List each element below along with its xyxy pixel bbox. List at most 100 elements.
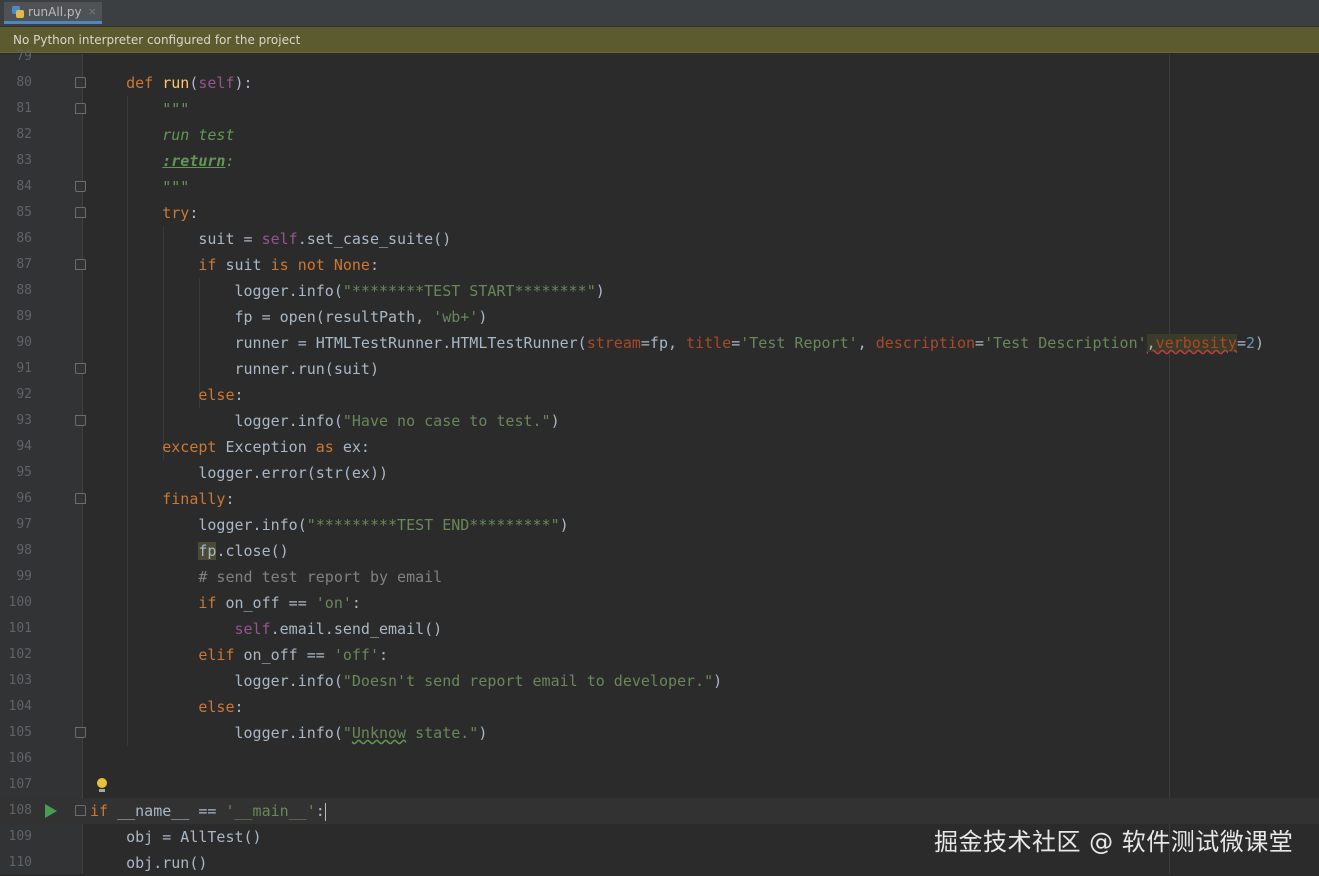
code-text[interactable]: if suit is not None: <box>90 252 379 278</box>
code-text[interactable]: else: <box>90 382 243 408</box>
line-number: 82 <box>16 127 32 142</box>
code-line-95[interactable]: 95 logger.error(str(ex)) <box>0 460 1319 486</box>
code-line-87[interactable]: 87 if suit is not None: <box>0 252 1319 278</box>
code-text[interactable]: if on_off == 'on': <box>90 590 361 616</box>
code-line-98[interactable]: 98 fp.close() <box>0 538 1319 564</box>
line-number: 101 <box>8 621 32 636</box>
code-text[interactable]: finally: <box>90 486 234 512</box>
line-number: 93 <box>16 413 32 428</box>
code-line-85[interactable]: 85 try: <box>0 200 1319 226</box>
line-number: 87 <box>16 257 32 272</box>
code-text[interactable]: run test <box>90 122 234 148</box>
run-gutter-icon[interactable] <box>45 804 57 818</box>
code-line-82[interactable]: 82 run test <box>0 122 1319 148</box>
code-text[interactable]: # send test report by email <box>90 564 442 590</box>
code-line-108[interactable]: 108 if __name__ == '__main__': <box>0 798 1319 824</box>
code-line-83[interactable]: 83 :return: <box>0 148 1319 174</box>
line-number: 86 <box>16 231 32 246</box>
tab-label: runAll.py <box>28 4 82 19</box>
line-number: 90 <box>16 335 32 350</box>
code-line-80[interactable]: 80 def run(self): <box>0 70 1319 96</box>
code-text[interactable]: """ <box>90 174 189 200</box>
code-line-102[interactable]: 102 elif on_off == 'off': <box>0 642 1319 668</box>
code-text[interactable]: else: <box>90 694 243 720</box>
code-text[interactable]: fp = open(resultPath, 'wb+') <box>90 304 487 330</box>
line-number: 84 <box>16 179 32 194</box>
lightbulb-icon[interactable] <box>97 778 107 792</box>
line-number: 109 <box>8 829 32 844</box>
close-icon[interactable]: × <box>88 5 97 18</box>
line-number: 95 <box>16 465 32 480</box>
code-text[interactable]: """ <box>90 96 189 122</box>
code-line-105[interactable]: 105 logger.info("Unknow state.") <box>0 720 1319 746</box>
editor-tab-bar: runAll.py × <box>0 0 1319 27</box>
code-line-91[interactable]: 91 runner.run(suit) <box>0 356 1319 382</box>
code-line-84[interactable]: 84 """ <box>0 174 1319 200</box>
code-text[interactable]: if __name__ == '__main__': <box>90 798 326 824</box>
code-line-92[interactable]: 92 else: <box>0 382 1319 408</box>
line-number: 110 <box>8 855 32 870</box>
code-line-79[interactable]: 79 <box>0 44 1319 70</box>
line-number: 91 <box>16 361 32 376</box>
code-text[interactable]: logger.info("Unknow state.") <box>90 720 487 746</box>
code-line-93[interactable]: 93 logger.info("Have no case to test.") <box>0 408 1319 434</box>
line-number: 107 <box>8 777 32 792</box>
code-text[interactable]: logger.error(str(ex)) <box>90 460 388 486</box>
code-line-90[interactable]: 90 runner = HTMLTestRunner.HTMLTestRunne… <box>0 330 1319 356</box>
code-line-104[interactable]: 104 else: <box>0 694 1319 720</box>
code-line-107[interactable]: 107 <box>0 772 1319 798</box>
line-number: 103 <box>8 673 32 688</box>
fold-marker-icon[interactable] <box>75 181 86 192</box>
code-line-106[interactable]: 106 <box>0 746 1319 772</box>
fold-marker-icon[interactable] <box>75 103 86 114</box>
code-text[interactable]: runner = HTMLTestRunner.HTMLTestRunner(s… <box>90 330 1264 356</box>
line-number: 99 <box>16 569 32 584</box>
code-text[interactable]: logger.info("*********TEST END*********"… <box>90 512 568 538</box>
line-number: 83 <box>16 153 32 168</box>
fold-marker-icon[interactable] <box>75 259 86 270</box>
code-text[interactable]: logger.info("********TEST START********"… <box>90 278 604 304</box>
code-text[interactable]: elif on_off == 'off': <box>90 642 388 668</box>
code-line-99[interactable]: 99 # send test report by email <box>0 564 1319 590</box>
code-line-86[interactable]: 86 suit = self.set_case_suite() <box>0 226 1319 252</box>
code-line-88[interactable]: 88 logger.info("********TEST START******… <box>0 278 1319 304</box>
code-line-94[interactable]: 94 except Exception as ex: <box>0 434 1319 460</box>
code-text[interactable]: obj = AllTest() <box>90 824 261 850</box>
fold-marker-icon[interactable] <box>75 415 86 426</box>
code-line-89[interactable]: 89 fp = open(resultPath, 'wb+') <box>0 304 1319 330</box>
line-number: 105 <box>8 725 32 740</box>
code-line-103[interactable]: 103 logger.info("Doesn't send report ema… <box>0 668 1319 694</box>
line-number: 80 <box>16 75 32 90</box>
code-line-100[interactable]: 100 if on_off == 'on': <box>0 590 1319 616</box>
code-text[interactable]: fp.close() <box>90 538 289 564</box>
fold-marker-icon[interactable] <box>75 727 86 738</box>
code-text[interactable]: logger.info("Have no case to test.") <box>90 408 559 434</box>
code-text[interactable]: suit = self.set_case_suite() <box>90 226 451 252</box>
code-line-81[interactable]: 81 """ <box>0 96 1319 122</box>
line-number: 97 <box>16 517 32 532</box>
code-line-97[interactable]: 97 logger.info("*********TEST END*******… <box>0 512 1319 538</box>
code-text[interactable]: runner.run(suit) <box>90 356 379 382</box>
code-text[interactable]: self.email.send_email() <box>90 616 443 642</box>
fold-marker-icon[interactable] <box>75 363 86 374</box>
line-number: 92 <box>16 387 32 402</box>
code-text[interactable]: except Exception as ex: <box>90 434 370 460</box>
code-text[interactable]: :return: <box>90 148 234 174</box>
code-line-101[interactable]: 101 self.email.send_email() <box>0 616 1319 642</box>
line-number: 98 <box>16 543 32 558</box>
code-editor[interactable]: 79 80 def run(self): 81 """ 82 run test 83 :… <box>0 49 1319 876</box>
code-line-96[interactable]: 96 finally: <box>0 486 1319 512</box>
fold-marker-icon[interactable] <box>75 207 86 218</box>
line-number: 108 <box>8 803 32 818</box>
tab-runall-py[interactable]: runAll.py × <box>4 2 102 24</box>
line-number: 89 <box>16 309 32 324</box>
code-text[interactable]: obj.run() <box>90 850 207 876</box>
fold-marker-icon[interactable] <box>75 805 86 816</box>
fold-marker-icon[interactable] <box>75 493 86 504</box>
watermark: 掘金技术社区 @ 软件测试微课堂 <box>934 828 1294 856</box>
code-text[interactable]: try: <box>90 200 198 226</box>
fold-marker-icon[interactable] <box>75 77 86 88</box>
python-file-icon <box>12 5 24 18</box>
code-text[interactable]: def run(self): <box>90 70 252 96</box>
code-text[interactable]: logger.info("Doesn't send report email t… <box>90 668 722 694</box>
